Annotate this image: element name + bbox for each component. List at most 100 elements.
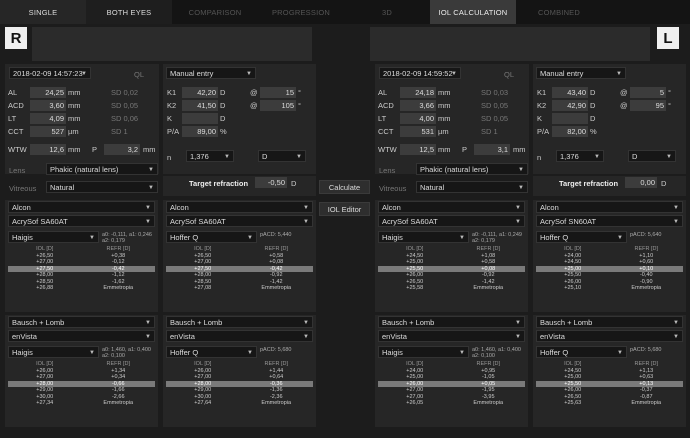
right-n-select[interactable]: 1,376 ▼ — [186, 150, 234, 162]
left-k2-unit: D — [590, 101, 596, 110]
left-k-field[interactable] — [552, 113, 588, 124]
right-iol-select-3[interactable]: enVista ▼ — [166, 330, 313, 342]
iol-cell: +26,05 — [406, 400, 424, 406]
chevron-down-icon: ▼ — [89, 350, 95, 356]
right-formula-select-0[interactable]: Haigis ▼ — [8, 231, 99, 243]
right-constants-2: a2: 0,100 — [102, 353, 125, 359]
chevron-down-icon: ▼ — [148, 167, 154, 173]
chevron-down-icon: ▼ — [459, 350, 465, 356]
left-manufacturer-select-0[interactable]: Alcon ▼ — [378, 201, 525, 213]
table-row[interactable]: +27,34 Emmetropia — [8, 400, 155, 407]
left-formula-select-2[interactable]: Haigis ▼ — [378, 346, 469, 358]
right-formula-select-3[interactable]: Hoffer Q ▼ — [166, 346, 257, 358]
left-manufacturer-select-3[interactable]: Bausch + Lomb ▼ — [536, 316, 683, 328]
left-iol-select-2[interactable]: enVista ▼ — [378, 330, 525, 342]
calculate-button[interactable]: Calculate — [319, 180, 370, 194]
left-target-field[interactable]: 0,00 — [625, 177, 657, 188]
right-al-field[interactable]: 24,25 — [30, 87, 66, 98]
refr-cell: Emmetropia — [631, 285, 662, 291]
right-vitreous-select[interactable]: Natural ▼ — [46, 181, 158, 193]
right-acd-field[interactable]: 3,60 — [30, 100, 66, 111]
left-pa-field[interactable]: 82,00 — [552, 126, 588, 137]
right-k1-field[interactable]: 42,20 — [182, 87, 218, 98]
left-lens-select[interactable]: Phakic (natural lens) ▼ — [416, 163, 528, 175]
right-iol-select-0[interactable]: AcrySof SA60AT ▼ — [8, 215, 155, 227]
tab-progression[interactable]: PROGRESSION — [258, 0, 344, 24]
table-row[interactable]: +25,58 Emmetropia — [378, 285, 525, 292]
left-k1-field[interactable]: 43,40 — [552, 87, 588, 98]
left-formula-select-1[interactable]: Hoffer Q ▼ — [536, 231, 627, 243]
tab-both-eyes[interactable]: BOTH EYES — [86, 0, 172, 24]
left-acd-field[interactable]: 3,66 — [400, 100, 436, 111]
right-lt-field[interactable]: 4,09 — [30, 113, 66, 124]
left-manufacturer-select-2[interactable]: Bausch + Lomb ▼ — [378, 316, 525, 328]
left-iol-table-3: IOL [D] REFR [D] +24,50 +1,13 +25,00 +0,63 +25… — [536, 361, 683, 407]
right-wtw-field[interactable]: 12,6 — [30, 144, 66, 155]
table-row[interactable]: +26,88 Emmetropia — [8, 285, 155, 292]
tab-comparison[interactable]: COMPARISON — [172, 0, 258, 24]
left-manufacturer-select-1[interactable]: Alcon ▼ — [536, 201, 683, 213]
left-iol-select-3[interactable]: enVista ▼ — [536, 330, 683, 342]
left-k1-axis-field[interactable]: 5 — [630, 87, 666, 98]
chevron-down-icon: ▼ — [617, 350, 623, 356]
left-al-field[interactable]: 24,18 — [400, 87, 436, 98]
right-cct-label: CCT — [8, 127, 24, 136]
refr-cell: Emmetropia — [261, 285, 292, 291]
right-pa-field[interactable]: 89,00 — [182, 126, 218, 137]
left-iol-select-0[interactable]: AcrySof SA60AT ▼ — [378, 215, 525, 227]
left-formula-select-0[interactable]: Haigis ▼ — [378, 231, 469, 243]
right-formula-select-2[interactable]: Haigis ▼ — [8, 346, 99, 358]
right-manufacturer-select-3[interactable]: Bausch + Lomb ▼ — [166, 316, 313, 328]
right-notes-area[interactable] — [32, 27, 312, 61]
tab-iol-calculation[interactable]: IOL CALCULATION — [430, 0, 516, 24]
iol-editor-button[interactable]: IOL Editor — [319, 202, 370, 216]
left-iol-select-1[interactable]: AcrySof SN60AT ▼ — [536, 215, 683, 227]
table-row[interactable]: +25,10 Emmetropia — [536, 285, 683, 292]
tab-3d[interactable]: 3D — [344, 0, 430, 24]
chevron-down-icon: ▼ — [145, 334, 151, 340]
right-lens-select[interactable]: Phakic (natural lens) ▼ — [46, 163, 158, 175]
left-vitreous-select[interactable]: Natural ▼ — [416, 181, 528, 193]
right-constants-3: pACD: 5,680 — [260, 347, 292, 353]
right-k2-axis-field[interactable]: 105 — [260, 100, 296, 111]
right-p-unit: mm — [143, 145, 156, 154]
right-formula-select-1[interactable]: Hoffer Q ▼ — [166, 231, 257, 243]
table-row[interactable]: +27,64 Emmetropia — [166, 400, 313, 407]
right-manufacturer-select-2[interactable]: Bausch + Lomb ▼ — [8, 316, 155, 328]
right-k-field[interactable] — [182, 113, 218, 124]
iol-cell: +25,63 — [564, 400, 582, 406]
right-cct-field[interactable]: 527 — [30, 126, 66, 137]
chevron-down-icon: ▼ — [515, 219, 521, 225]
right-unit-select[interactable]: D ▼ — [258, 150, 306, 162]
right-k2-field[interactable]: 41,50 — [182, 100, 218, 111]
left-lt-field[interactable]: 4,00 — [400, 113, 436, 124]
right-source-select[interactable]: Manual entry ▼ — [166, 67, 256, 79]
left-date-select[interactable]: 2018-02-09 14:59:52 ▼ — [379, 67, 461, 79]
right-manufacturer-select-0[interactable]: Alcon ▼ — [8, 201, 155, 213]
left-notes-area[interactable] — [370, 27, 650, 61]
tab-combined[interactable]: COMBINED — [516, 0, 602, 24]
left-cct-field[interactable]: 531 — [400, 126, 436, 137]
table-row[interactable]: +26,05 Emmetropia — [378, 400, 525, 407]
left-formula-select-3[interactable]: Hoffer Q ▼ — [536, 346, 627, 358]
right-manufacturer-select-1[interactable]: Alcon ▼ — [166, 201, 313, 213]
left-source-select[interactable]: Manual entry ▼ — [536, 67, 626, 79]
left-wtw-label: WTW — [378, 145, 397, 154]
right-target-field[interactable]: -0,50 — [255, 177, 287, 188]
left-k2-axis-field[interactable]: 95 — [630, 100, 666, 111]
left-k2-field[interactable]: 42,90 — [552, 100, 588, 111]
table-row[interactable]: +27,08 Emmetropia — [166, 285, 313, 292]
right-k1-axis-field[interactable]: 15 — [260, 87, 296, 98]
table-row[interactable]: +25,63 Emmetropia — [536, 400, 683, 407]
tab-single[interactable]: SINGLE — [0, 0, 86, 24]
right-p-field[interactable]: 3,2 — [104, 144, 140, 155]
left-unit-select[interactable]: D ▼ — [628, 150, 676, 162]
right-k1-label: K1 — [167, 88, 177, 97]
left-constants-2: a2: 0,100 — [472, 353, 495, 359]
right-iol-select-1[interactable]: AcrySof SA60AT ▼ — [166, 215, 313, 227]
left-n-select[interactable]: 1,376 ▼ — [556, 150, 604, 162]
right-date-select[interactable]: 2018-02-09 14:57:23 ▼ — [9, 67, 91, 79]
right-iol-select-2[interactable]: enVista ▼ — [8, 330, 155, 342]
left-p-field[interactable]: 3,1 — [474, 144, 510, 155]
left-wtw-field[interactable]: 12,5 — [400, 144, 436, 155]
